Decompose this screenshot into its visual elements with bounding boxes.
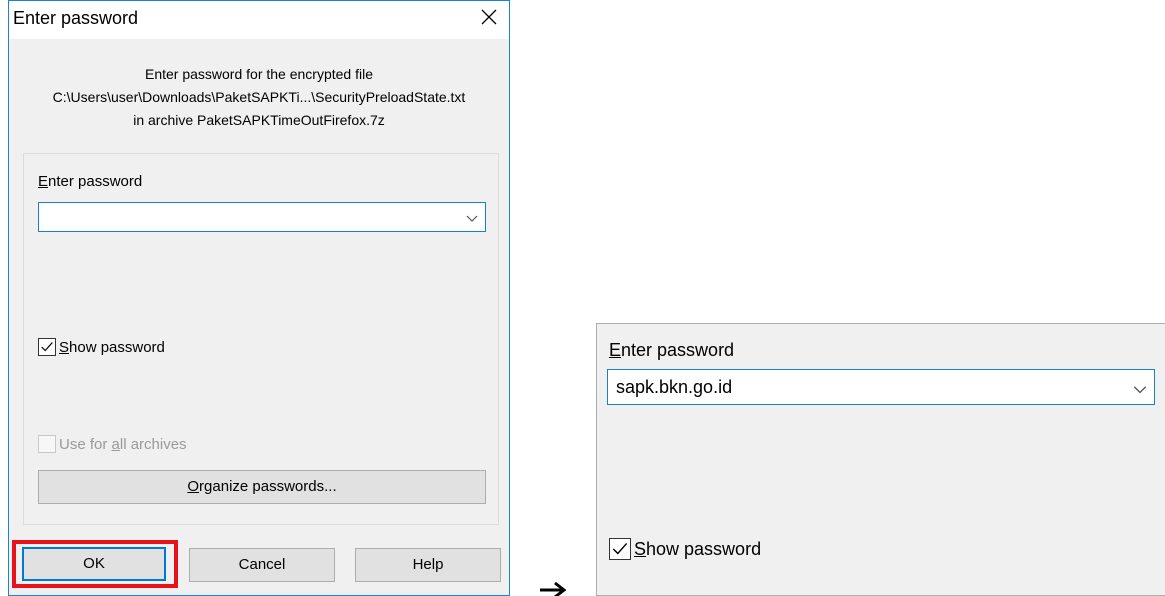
enter-password-dialog: Enter password Enter password for the en… [8,0,510,596]
zoom-password-label: Enter password [609,340,735,360]
checkmark-icon [612,542,628,555]
password-group-box: Enter password Show password Use for all… [23,153,499,525]
password-combobox[interactable] [38,202,486,232]
zoom-show-password-checkbox[interactable]: Show password [609,538,761,560]
zoom-show-password-label: Show password [634,538,762,559]
ok-button[interactable]: OK [22,547,166,581]
show-password-check-box[interactable] [38,338,56,356]
message-archive-name: in archive PaketSAPKTimeOutFirefox.7z [133,112,385,128]
close-icon[interactable] [477,5,501,29]
dialog-message: Enter password for the encrypted file C:… [9,63,509,132]
zoom-password-combobox[interactable]: sapk.bkn.go.id [607,369,1155,405]
dialog-title: Enter password [13,8,139,28]
use-for-all-archives-checkbox: Use for all archives [38,435,187,453]
zoom-password-value: sapk.bkn.go.id [616,377,733,397]
checkmark-icon [41,342,53,352]
message-line-1: Enter password for the encrypted file [144,66,373,82]
title-bar[interactable]: Enter password [9,1,509,39]
use-for-all-check-box [38,435,56,453]
chevron-down-icon[interactable] [465,211,479,225]
zoomed-password-panel: Enter password sapk.bkn.go.id Show passw… [596,323,1165,596]
help-button[interactable]: Help [355,548,501,582]
password-label: Enter password [38,173,143,190]
show-password-label: Show password [59,338,165,356]
cancel-button[interactable]: Cancel [189,548,335,582]
arrow-right-icon [540,581,567,596]
show-password-checkbox[interactable]: Show password [38,338,165,356]
zoom-show-password-check-box[interactable] [609,538,631,560]
use-for-all-label: Use for all archives [59,435,187,453]
message-file-path: C:\Users\user\Downloads\PaketSAPKTi...\S… [52,89,466,105]
organize-passwords-button[interactable]: Organize passwords... [38,470,486,504]
chevron-down-icon[interactable] [1132,381,1148,397]
